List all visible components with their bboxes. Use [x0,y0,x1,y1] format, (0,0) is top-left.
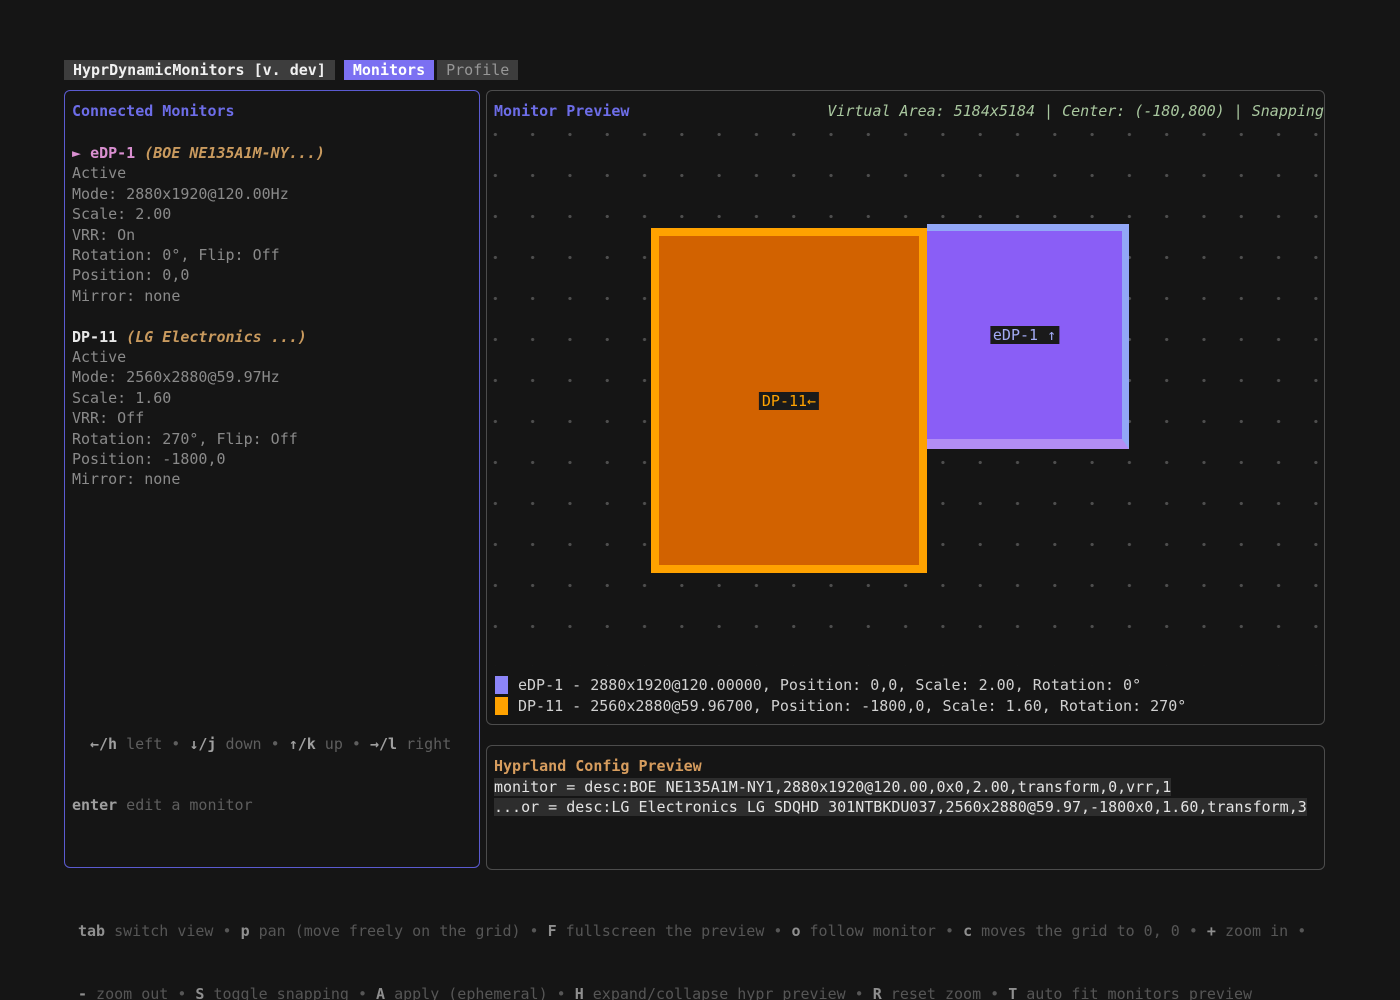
key-hint: H [575,985,584,1000]
preview-legend: eDP-1 - 2880x1920@120.00000, Position: 0… [495,675,1186,716]
selection-arrow-icon: ► [72,144,90,162]
key-hint: c [963,922,972,940]
tab-monitors[interactable]: Monitors [344,60,434,80]
nav-hints-line: ←/h left • ↓/j down • ↑/k up • →/l right [72,734,451,754]
help-bar: tab switch view • p pan (move freely on … [78,879,1358,1000]
enter-hint-line: enter edit a monitor [72,795,451,815]
monitor-list-item[interactable]: DP-11 (LG Electronics ...)ActiveMode: 25… [72,327,475,490]
key-hint: o [791,922,800,940]
legend-text: eDP-1 - 2880x1920@120.00000, Position: 0… [518,675,1141,695]
key-hint: ←/h [90,735,117,753]
connected-monitors-panel: Connected Monitors ► eDP-1 (BOE NE135A1M… [64,90,480,868]
monitor-detail-line: Mirror: none [72,286,475,306]
key-hint: R [873,985,882,1000]
help-bar-line-1: tab switch view • p pan (move freely on … [78,921,1358,942]
preview-monitor-dp11[interactable]: DP-11← [651,228,927,573]
legend-row: DP-11 - 2560x2880@59.96700, Position: -1… [495,696,1186,716]
legend-color-swatch [495,697,508,715]
key-hint: tab [78,922,105,940]
config-line: monitor = desc:BOE NE135A1M-NY1,2880x192… [494,777,1324,797]
key-hint: - [78,985,87,1000]
monitor-detail-line: Position: 0,0 [72,265,475,285]
key-hint: + [1207,922,1216,940]
config-line-text: monitor = desc:BOE NE135A1M-NY1,2880x192… [494,778,1171,796]
legend-text: DP-11 - 2560x2880@59.96700, Position: -1… [518,696,1186,716]
hyprland-config-lines: monitor = desc:BOE NE135A1M-NY1,2880x192… [494,777,1324,818]
monitor-list-item[interactable]: ► eDP-1 (BOE NE135A1M-NY...)ActiveMode: … [72,143,475,306]
config-line: ...or = desc:LG Electronics LG SDQHD 301… [494,797,1324,817]
preview-monitor-dp11-label: DP-11← [759,392,819,410]
monitor-detail-line: VRR: Off [72,408,475,428]
monitor-list-nav-hints: ←/h left • ↓/j down • ↑/k up • →/l right… [72,693,451,856]
monitor-name: DP-11 [72,328,117,346]
monitor-detail-line: Scale: 2.00 [72,204,475,224]
tab-profile[interactable]: Profile [437,60,518,80]
monitor-name: eDP-1 [90,144,135,162]
monitor-detail-line: Scale: 1.60 [72,388,475,408]
tab-bar: HyprDynamicMonitors [v. dev] Monitors Pr… [64,59,518,81]
key-hint: T [1008,985,1017,1000]
key-hint: enter [72,796,117,814]
monitor-detail-line: Active [72,163,475,183]
monitor-detail-line: Mirror: none [72,469,475,489]
app-title: HyprDynamicMonitors [v. dev] [64,60,335,80]
preview-monitor-edp1-label: eDP-1 ↑ [990,326,1059,344]
monitor-entry-header: ► eDP-1 (BOE NE135A1M-NY...) [72,143,475,163]
preview-monitor-edp1[interactable]: eDP-1 ↑ [927,224,1129,449]
monitor-list: ► eDP-1 (BOE NE135A1M-NY...)ActiveMode: … [72,143,475,510]
monitor-description: (LG Electronics ...) [126,328,307,346]
legend-color-swatch [495,676,508,694]
key-hint: →/l [370,735,397,753]
monitor-preview-title: Monitor Preview [494,102,629,120]
hyprland-config-title: Hyprland Config Preview [494,757,702,775]
monitor-preview-panel: Monitor Preview Virtual Area: 5184x5184 … [486,90,1325,725]
key-hint: p [241,922,250,940]
connected-monitors-title: Connected Monitors [72,102,235,120]
monitor-description: (BOE NE135A1M-NY...) [144,144,325,162]
monitor-detail-line: Position: -1800,0 [72,449,475,469]
help-bar-line-2: - zoom out • S toggle snapping • A apply… [78,984,1358,1000]
monitor-entry-header: DP-11 (LG Electronics ...) [72,327,475,347]
hyprland-config-panel: Hyprland Config Preview monitor = desc:B… [486,745,1325,870]
monitor-detail-line: Mode: 2880x1920@120.00Hz [72,184,475,204]
key-hint: F [548,922,557,940]
monitor-detail-line: VRR: On [72,225,475,245]
monitor-detail-line: Mode: 2560x2880@59.97Hz [72,367,475,387]
key-hint: ↑/k [289,735,316,753]
key-hint: ↓/j [189,735,216,753]
app-window: HyprDynamicMonitors [v. dev] Monitors Pr… [0,0,1400,1000]
virtual-area-status: Virtual Area: 5184x5184 | Center: (-180,… [827,102,1324,120]
key-hint: A [376,985,385,1000]
monitor-detail-line: Rotation: 0°, Flip: Off [72,245,475,265]
monitor-detail-line: Rotation: 270°, Flip: Off [72,429,475,449]
legend-row: eDP-1 - 2880x1920@120.00000, Position: 0… [495,675,1186,695]
config-line-text: ...or = desc:LG Electronics LG SDQHD 301… [494,798,1307,816]
key-hint: S [195,985,204,1000]
monitor-detail-line: Active [72,347,475,367]
